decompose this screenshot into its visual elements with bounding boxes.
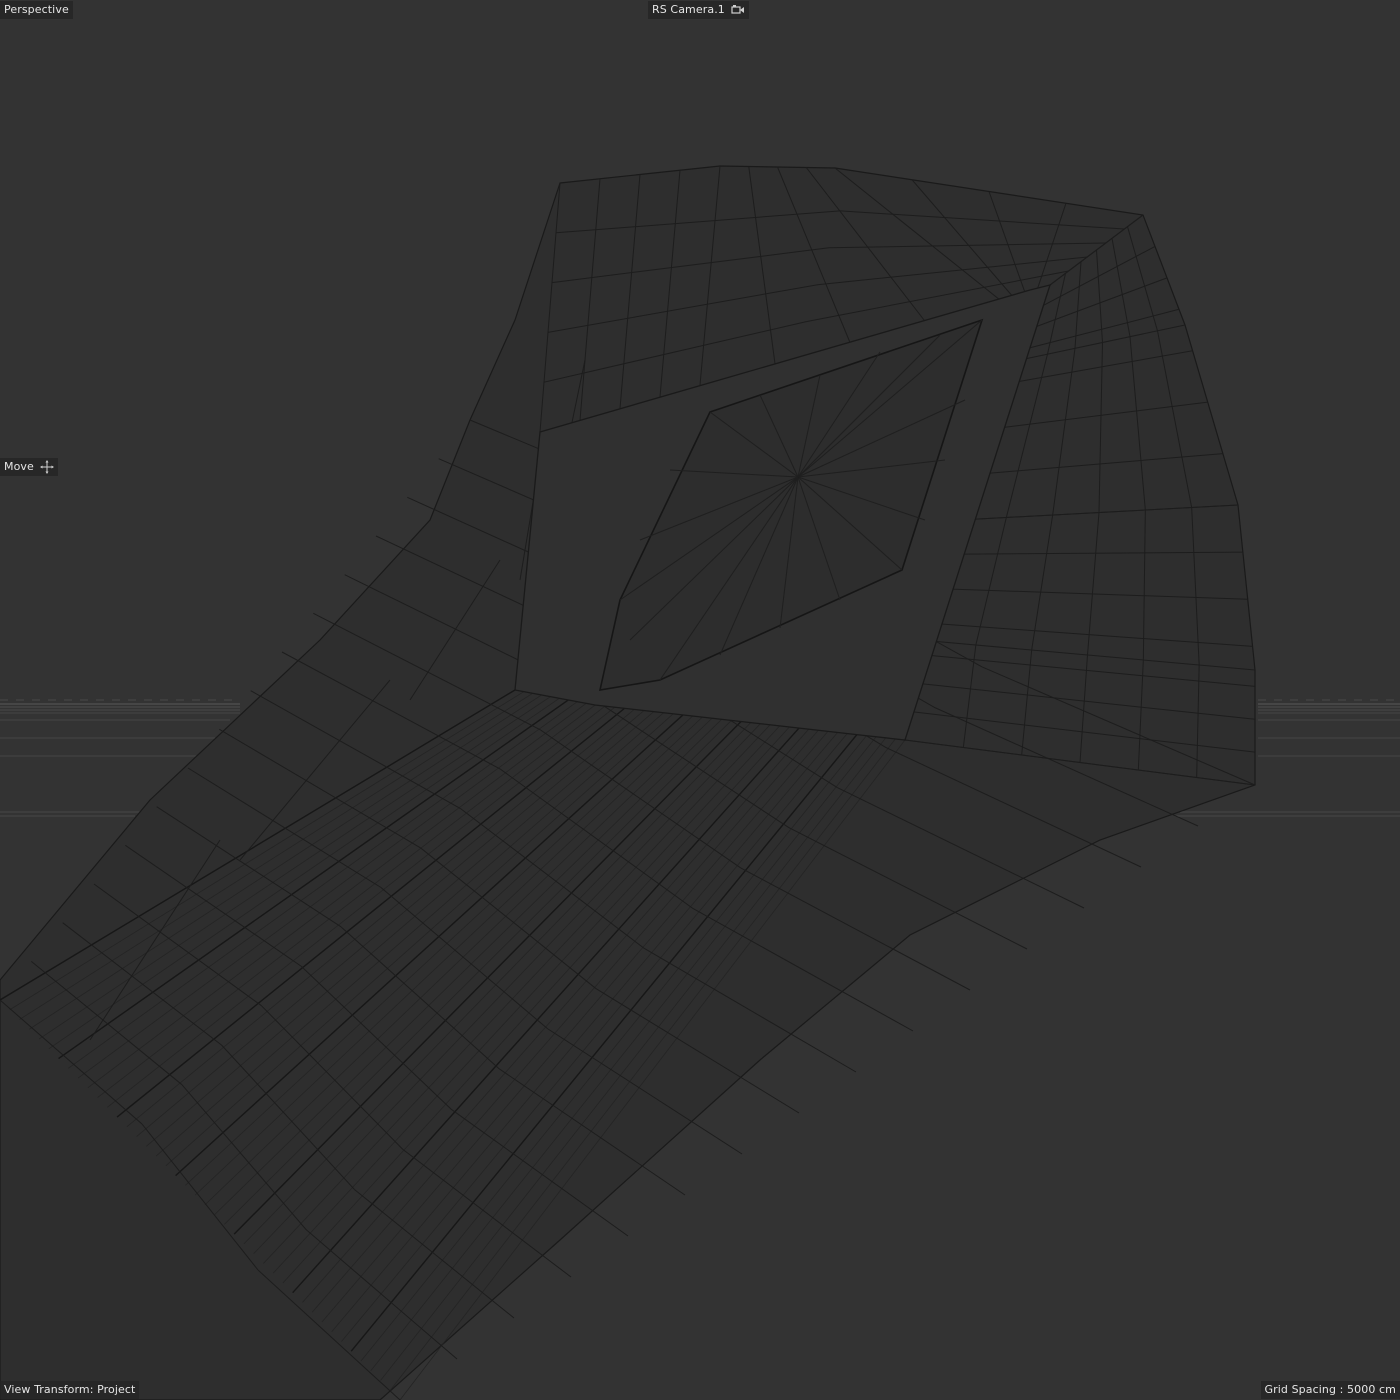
view-transform-label: View Transform: Project — [0, 1381, 140, 1399]
3d-viewport[interactable]: Perspective RS Camera.1 Move View Transf… — [0, 0, 1400, 1400]
tool-name: Move — [4, 460, 34, 473]
wireframe-scene[interactable] — [0, 0, 1400, 1400]
active-tool-label: Move — [0, 458, 58, 476]
camera-name-label: RS Camera.1 — [652, 3, 725, 16]
camera-selector[interactable]: RS Camera.1 — [648, 1, 749, 19]
view-name-label[interactable]: Perspective — [0, 1, 73, 19]
camera-link-icon[interactable] — [731, 4, 745, 16]
move-icon — [39, 460, 54, 474]
mesh-surface — [0, 165, 1256, 1400]
grid-spacing-label: Grid Spacing : 5000 cm — [1260, 1381, 1400, 1399]
